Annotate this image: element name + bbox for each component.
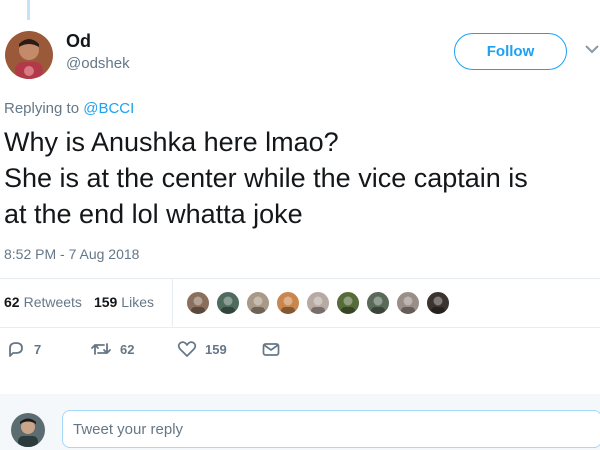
author-handle[interactable]: @odshek — [66, 55, 130, 72]
replying-to: Replying to @BCCI — [4, 100, 134, 117]
liker-avatar[interactable] — [425, 290, 451, 316]
reply-icon — [9, 342, 23, 357]
stats-top-divider — [0, 278, 600, 279]
replying-to-label: Replying to — [4, 100, 84, 117]
stats-vertical-divider — [172, 279, 173, 326]
likes-label: Likes — [121, 294, 154, 310]
liker-avatar[interactable] — [245, 290, 271, 316]
liker-avatar[interactable] — [335, 290, 361, 316]
liker-avatar[interactable] — [365, 290, 391, 316]
retweet-icon — [91, 343, 111, 355]
viewer-avatar — [11, 413, 45, 447]
message-icon — [262, 343, 280, 356]
tweet-text: Why is Anushka here lmao? She is at the … — [4, 127, 528, 229]
liker-avatars — [185, 290, 455, 316]
author-display-name[interactable]: Od — [66, 31, 91, 52]
liker-avatar[interactable] — [305, 290, 331, 316]
direct-message-action[interactable] — [261, 339, 281, 359]
liker-avatar[interactable] — [185, 290, 211, 316]
retweet-count: 62 — [120, 341, 135, 357]
follow-button[interactable]: Follow — [454, 33, 567, 70]
reply-action[interactable]: 7 — [6, 339, 41, 359]
like-icon — [177, 341, 197, 357]
chevron-down-icon[interactable] — [585, 44, 599, 54]
like-action[interactable]: 159 — [177, 339, 227, 359]
retweets-count: 62 — [4, 294, 20, 310]
stats-bottom-divider — [0, 327, 600, 328]
like-count: 159 — [205, 341, 227, 357]
tweet-stats: 62 Retweets 159 Likes — [4, 294, 154, 310]
author-avatar[interactable] — [5, 31, 53, 79]
thread-connector-line — [27, 0, 30, 20]
liker-avatar[interactable] — [275, 290, 301, 316]
previous-tweet-clipped-text — [60, 0, 64, 4]
tweet-actions: 7 62 159 — [0, 339, 600, 365]
reply-composer — [0, 394, 600, 450]
retweet-action[interactable]: 62 — [90, 339, 134, 359]
liker-avatar[interactable] — [395, 290, 421, 316]
replying-to-mention-link[interactable]: @BCCI — [83, 100, 134, 117]
liker-avatar[interactable] — [215, 290, 241, 316]
retweets-label: Retweets — [23, 294, 82, 310]
tweet-timestamp[interactable]: 8:52 PM - 7 Aug 2018 — [4, 246, 139, 262]
retweets-stat[interactable]: 62 Retweets — [4, 294, 82, 310]
reply-count: 7 — [34, 341, 42, 357]
likes-count: 159 — [93, 294, 118, 310]
likes-stat[interactable]: 159 Likes — [94, 294, 154, 310]
reply-input[interactable] — [62, 410, 600, 448]
